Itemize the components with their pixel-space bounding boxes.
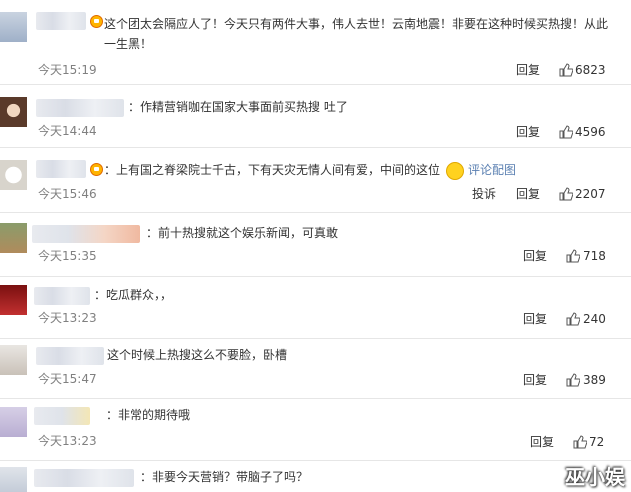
watermark: 巫小娱 bbox=[565, 465, 625, 489]
report-button[interactable]: 投诉 bbox=[472, 186, 496, 202]
smile-emoji-icon bbox=[446, 162, 464, 180]
reply-button[interactable]: 回复 bbox=[530, 434, 554, 450]
avatar[interactable] bbox=[0, 160, 27, 190]
reply-button[interactable]: 回复 bbox=[516, 62, 540, 78]
comment-text: ：前十热搜就这个娱乐新闻，可真敢 bbox=[146, 226, 339, 240]
comment-text: ：非要今天营销？带脑子了吗？ bbox=[140, 470, 309, 484]
like-icon[interactable] bbox=[559, 187, 573, 201]
avatar[interactable] bbox=[0, 97, 27, 127]
comment-time: 今天15:19 bbox=[38, 63, 97, 77]
username[interactable] bbox=[34, 287, 90, 305]
like-icon[interactable] bbox=[559, 125, 573, 139]
reply-button[interactable]: 回复 bbox=[523, 248, 547, 264]
comment-item: ：上有国之脊梁院士千古，下有天灾无情人间有爱，中间的这位 评论配图 今天15:4… bbox=[0, 148, 631, 210]
like-count: 389 bbox=[583, 373, 606, 387]
comment-time: 今天13:23 bbox=[38, 434, 97, 448]
comment-text: ：吃瓜群众，， bbox=[94, 288, 173, 302]
comment-text: ：作精营销咖在国家大事面前买热搜 吐了 bbox=[128, 100, 348, 114]
avatar[interactable] bbox=[0, 285, 27, 315]
username[interactable] bbox=[36, 160, 86, 178]
avatar[interactable] bbox=[0, 407, 27, 437]
comment-time: 今天15:35 bbox=[38, 249, 97, 263]
avatar[interactable] bbox=[0, 12, 27, 42]
username[interactable] bbox=[36, 99, 124, 117]
avatar[interactable] bbox=[0, 345, 27, 375]
like-icon[interactable] bbox=[566, 312, 580, 326]
username[interactable] bbox=[32, 225, 140, 243]
reply-button[interactable]: 回复 bbox=[516, 124, 540, 140]
comment-time: 今天13:23 bbox=[38, 311, 97, 325]
comment-text: 这个时候上热搜这么不要脸，卧槽 bbox=[107, 348, 288, 362]
comment-time: 今天15:47 bbox=[38, 372, 97, 386]
like-count: 2207 bbox=[575, 187, 606, 201]
comment-time: 今天15:46 bbox=[38, 187, 97, 201]
comment-item: 这个团太会隔应人了！今天只有两件大事，伟人去世！云南地震！非要在这种时候买热搜！… bbox=[0, 0, 631, 82]
crown-icon bbox=[90, 15, 103, 28]
like-count: 6823 bbox=[575, 63, 606, 77]
comment-item: 这个时候上热搜这么不要脸，卧槽 今天15:47 回复 389 bbox=[0, 339, 631, 401]
comment-item: ：作精营销咖在国家大事面前买热搜 吐了 今天14:44 回复 4596 bbox=[0, 85, 631, 145]
reply-button[interactable]: 回复 bbox=[523, 311, 547, 327]
like-icon[interactable] bbox=[566, 373, 580, 387]
comment-item: ：前十热搜就这个娱乐新闻，可真敢 今天15:35 回复 718 bbox=[0, 213, 631, 275]
avatar[interactable] bbox=[0, 467, 27, 492]
like-icon[interactable] bbox=[559, 63, 573, 77]
comment-text: 这个团太会隔应人了！今天只有两件大事，伟人去世！云南地震！非要在这种时候买热搜！… bbox=[104, 17, 609, 51]
reply-button[interactable]: 回复 bbox=[523, 372, 547, 388]
comment-item: ：吃瓜群众，， 今天13:23 回复 240 bbox=[0, 277, 631, 339]
avatar[interactable] bbox=[0, 223, 27, 253]
comment-item: ：非要今天营销？带脑子了吗？ bbox=[0, 461, 631, 492]
like-icon[interactable] bbox=[573, 435, 587, 449]
like-count: 4596 bbox=[575, 125, 606, 139]
username[interactable] bbox=[36, 347, 104, 365]
like-count: 240 bbox=[583, 312, 606, 326]
username[interactable] bbox=[36, 12, 86, 30]
like-count: 718 bbox=[583, 249, 606, 263]
like-icon[interactable] bbox=[566, 249, 580, 263]
comment-text: ：上有国之脊梁院士千古，下有天灾无情人间有爱，中间的这位 bbox=[104, 163, 441, 177]
username[interactable] bbox=[34, 407, 90, 425]
comment-time: 今天14:44 bbox=[38, 124, 97, 138]
comment-text: ：非常的期待哦 bbox=[106, 408, 191, 422]
like-count: 72 bbox=[589, 435, 605, 449]
crown-icon bbox=[90, 163, 103, 176]
comment-image-link[interactable]: 评论配图 bbox=[468, 160, 516, 180]
reply-button[interactable]: 回复 bbox=[516, 186, 540, 202]
comment-item: ：非常的期待哦 今天13:23 回复 72 bbox=[0, 399, 631, 457]
username[interactable] bbox=[34, 469, 134, 487]
